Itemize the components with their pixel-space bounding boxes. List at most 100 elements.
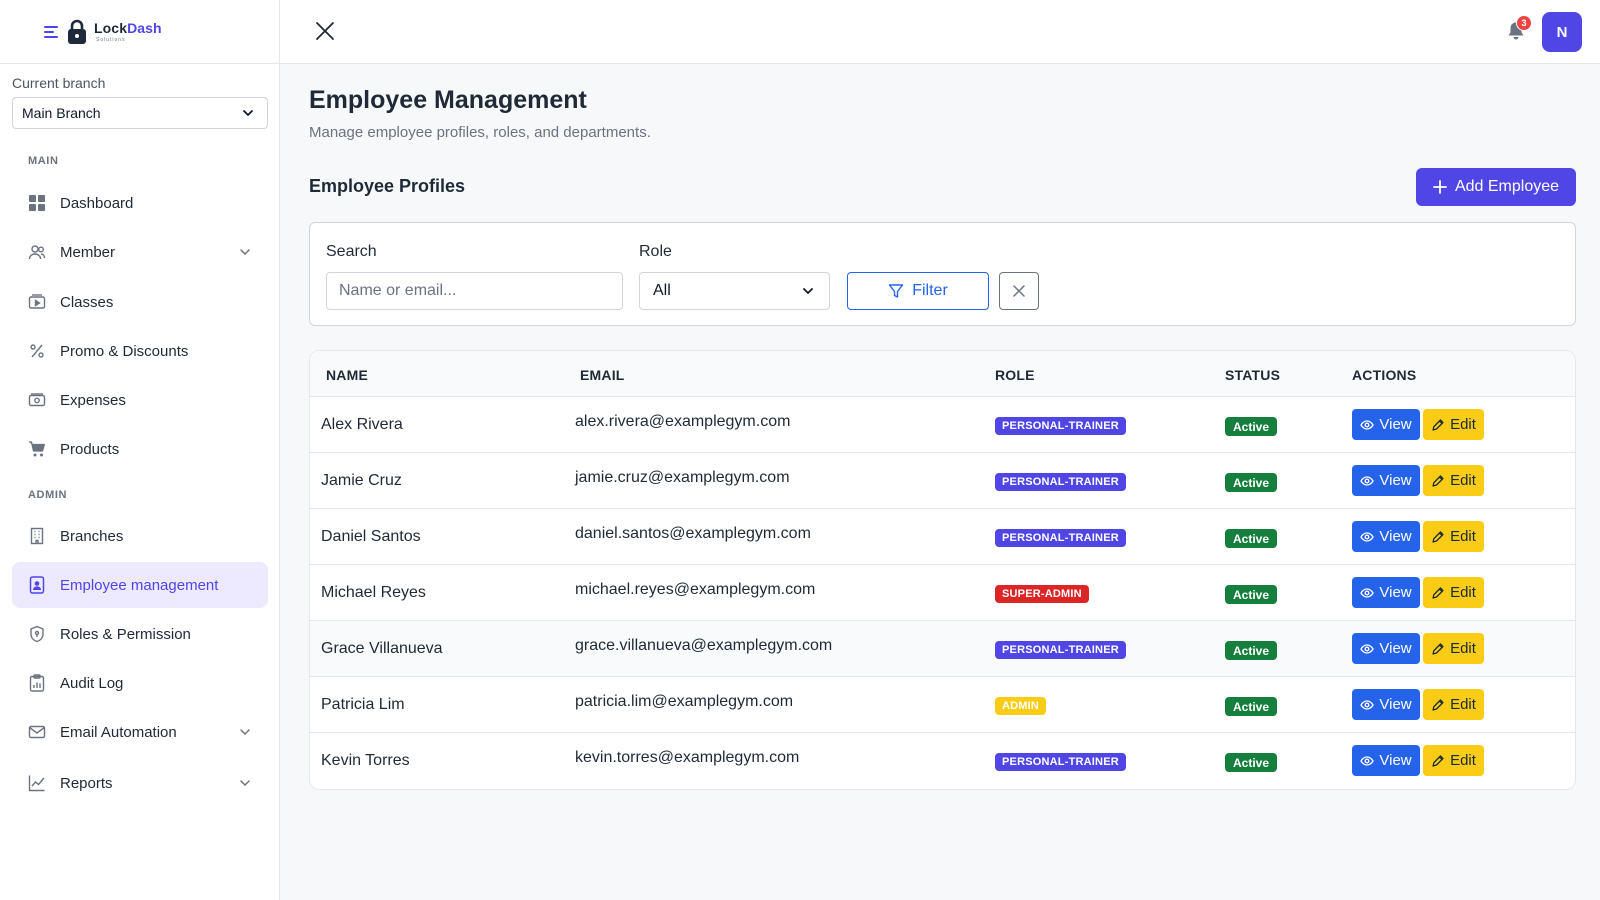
- view-button-label: View: [1379, 696, 1412, 713]
- branch-label: Current branch: [12, 75, 106, 91]
- sidebar-item-email-automation[interactable]: Email Automation: [12, 709, 268, 755]
- sidebar-item-label: Roles & Permission: [60, 625, 191, 643]
- add-employee-button[interactable]: Add Employee: [1416, 168, 1576, 206]
- filter-button-label: Filter: [912, 282, 948, 299]
- sidebar-item-label: Products: [60, 440, 120, 458]
- column-header-email: EMAIL: [580, 367, 625, 383]
- users-icon: [28, 243, 46, 261]
- edit-button[interactable]: Edit: [1423, 745, 1484, 776]
- edit-button[interactable]: Edit: [1423, 577, 1484, 608]
- lock-icon: [68, 19, 86, 44]
- table-row: Patricia Lim patricia.lim@examplegym.com…: [310, 677, 1575, 733]
- logo[interactable]: LockDash Solutions: [0, 0, 279, 64]
- id-badge-icon: [28, 576, 46, 594]
- chevron-down-icon: [803, 288, 813, 294]
- status-badge: Active: [1225, 473, 1278, 492]
- view-button-label: View: [1379, 528, 1412, 545]
- employee-name: Kevin Torres: [321, 752, 410, 769]
- employee-email: kevin.torres@examplegym.com: [575, 749, 800, 766]
- sidebar-item-dashboard[interactable]: Dashboard: [12, 180, 268, 226]
- role-label: Role: [639, 243, 672, 260]
- employee-email: daniel.santos@examplegym.com: [575, 525, 811, 542]
- filter-button[interactable]: Filter: [847, 272, 989, 310]
- branch-select[interactable]: Main Branch: [12, 97, 268, 129]
- sidebar-item-classes[interactable]: Classes: [12, 279, 268, 325]
- table-header: NAME EMAIL ROLE STATUS ACTIONS: [310, 351, 1575, 397]
- sidebar-item-products[interactable]: Products: [12, 426, 268, 472]
- view-button[interactable]: View: [1352, 521, 1420, 552]
- view-button[interactable]: View: [1352, 465, 1420, 496]
- edit-button[interactable]: Edit: [1423, 465, 1484, 496]
- chevron-down-icon: [243, 110, 253, 116]
- menu-icon[interactable]: [44, 25, 58, 38]
- sidebar-item-audit-log[interactable]: Audit Log: [12, 660, 268, 706]
- role-select-value: All: [653, 282, 671, 299]
- column-header-actions: ACTIONS: [1352, 367, 1417, 383]
- sidebar-item-member[interactable]: Member: [12, 229, 268, 275]
- pencil-icon: [1432, 418, 1444, 431]
- sidebar-item-employee-management[interactable]: Employee management: [12, 562, 268, 608]
- sidebar-item-roles-permission[interactable]: Roles & Permission: [12, 611, 268, 657]
- edit-button-label: Edit: [1450, 752, 1476, 769]
- sidebar-item-label: Branches: [60, 527, 124, 545]
- sidebar-item-reports[interactable]: Reports: [12, 760, 268, 806]
- view-button[interactable]: View: [1352, 409, 1420, 440]
- sidebar-item-label: Employee management: [60, 576, 219, 594]
- edit-button-label: Edit: [1450, 528, 1476, 545]
- sidebar-item-label: Member: [60, 243, 116, 261]
- pencil-icon: [1432, 642, 1444, 655]
- line-chart-icon: [28, 774, 46, 792]
- status-badge: Active: [1225, 753, 1278, 772]
- employee-email: alex.rivera@examplegym.com: [575, 413, 791, 430]
- employee-name: Michael Reyes: [321, 584, 426, 601]
- edit-button[interactable]: Edit: [1423, 689, 1484, 720]
- column-header-role: ROLE: [995, 367, 1035, 383]
- notification-count-badge: 3: [1516, 15, 1532, 31]
- view-button[interactable]: View: [1352, 689, 1420, 720]
- role-badge: PERSONAL-TRAINER: [995, 529, 1126, 547]
- plus-icon: [1433, 180, 1447, 194]
- sidebar-item-branches[interactable]: Branches: [12, 513, 268, 559]
- table-row: Kevin Torres kevin.torres@examplegym.com…: [310, 733, 1575, 789]
- view-button[interactable]: View: [1352, 745, 1420, 776]
- close-sidebar-button[interactable]: [314, 20, 336, 42]
- sidebar-item-expenses[interactable]: Expenses: [12, 377, 268, 423]
- table-row: Michael Reyes michael.reyes@examplegym.c…: [310, 565, 1575, 621]
- chevron-down-icon: [240, 780, 250, 787]
- edit-button[interactable]: Edit: [1423, 633, 1484, 664]
- shield-icon: [28, 625, 46, 643]
- role-badge: ADMIN: [995, 697, 1047, 715]
- pencil-icon: [1432, 754, 1444, 767]
- video-icon: [28, 293, 46, 311]
- sidebar-item-promo-discounts[interactable]: Promo & Discounts: [12, 328, 268, 374]
- edit-button-label: Edit: [1450, 640, 1476, 657]
- status-badge: Active: [1225, 529, 1278, 548]
- logo-name-prefix: Lock: [94, 19, 128, 36]
- table-row: Grace Villanueva grace.villanueva@exampl…: [310, 621, 1575, 677]
- sidebar-item-label: Classes: [60, 293, 114, 311]
- column-header-status: STATUS: [1225, 367, 1281, 383]
- cart-icon: [28, 440, 46, 458]
- funnel-icon: [889, 284, 904, 298]
- view-button[interactable]: View: [1352, 577, 1420, 608]
- edit-button-label: Edit: [1450, 416, 1476, 433]
- employee-name: Daniel Santos: [321, 528, 421, 545]
- section-label-main: MAIN: [28, 155, 59, 167]
- avatar[interactable]: N: [1542, 12, 1582, 52]
- sidebar-item-label: Audit Log: [60, 674, 124, 692]
- edit-button-label: Edit: [1450, 584, 1476, 601]
- role-badge: PERSONAL-TRAINER: [995, 753, 1126, 771]
- topbar: 3 N: [280, 0, 1600, 64]
- search-input[interactable]: [326, 272, 623, 310]
- chevron-down-icon: [240, 249, 250, 256]
- view-button[interactable]: View: [1352, 633, 1420, 664]
- employee-email: jamie.cruz@examplegym.com: [575, 469, 790, 486]
- clear-filter-button[interactable]: [999, 272, 1039, 310]
- table-body: Alex Rivera alex.rivera@examplegym.com P…: [310, 397, 1575, 789]
- role-select[interactable]: All: [639, 272, 830, 310]
- edit-button[interactable]: Edit: [1423, 521, 1484, 552]
- status-badge: Active: [1225, 585, 1278, 604]
- sidebar: LockDash Solutions Current branch Main B…: [0, 0, 280, 900]
- edit-button[interactable]: Edit: [1423, 409, 1484, 440]
- employee-name: Patricia Lim: [321, 696, 405, 713]
